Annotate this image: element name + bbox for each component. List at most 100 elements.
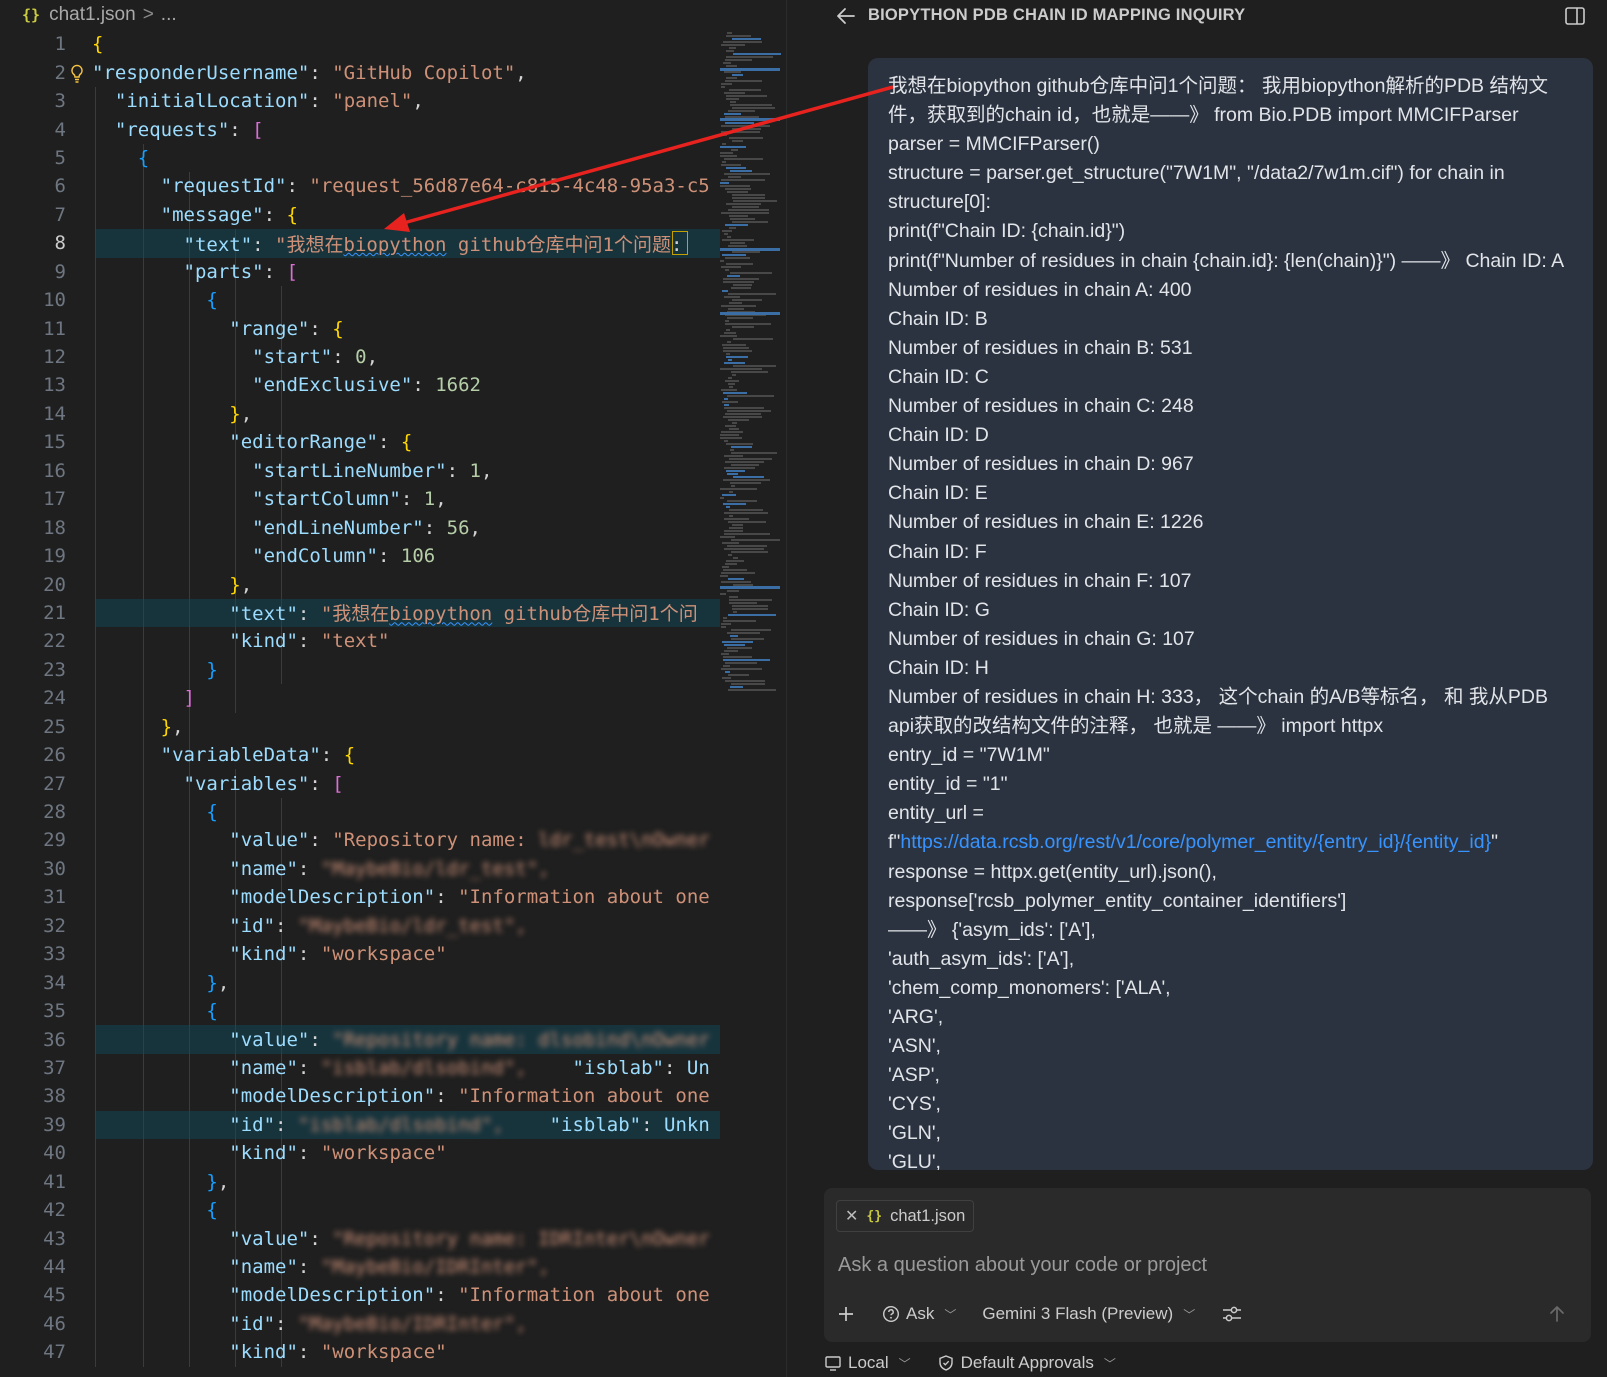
- code-token: "kind": [229, 630, 298, 653]
- code-line[interactable]: 33 "kind": "workspace": [0, 940, 720, 969]
- json-file-icon: {}: [866, 1208, 883, 1224]
- code-line[interactable]: 22 "kind": "text": [0, 627, 720, 656]
- minimap-line: [725, 188, 751, 190]
- code-line[interactable]: 39 "id": "isblab/dlsobind", "isblab": Un…: [0, 1110, 720, 1140]
- layout-sidebar-icon[interactable]: [1563, 4, 1587, 28]
- code-line[interactable]: 36 "value": "Repository name: dlsobind\n…: [0, 1025, 720, 1055]
- attachment-chip[interactable]: ✕ {} chat1.json: [836, 1200, 975, 1232]
- minimap-line: [724, 398, 728, 400]
- line-number: 38: [43, 1085, 66, 1108]
- code-line[interactable]: 27 "variables": [: [0, 769, 720, 798]
- code-line[interactable]: 14 },: [0, 399, 720, 429]
- minimap-line: [731, 371, 768, 373]
- code-line[interactable]: 9 "parts": [: [0, 257, 720, 286]
- breadcrumb[interactable]: {} chat1.json > ...: [0, 0, 786, 30]
- line-content: "endColumn": 106: [92, 545, 435, 567]
- model-picker[interactable]: Gemini 3 Flash (Preview) ﹀: [982, 1304, 1195, 1324]
- minimap-line: [730, 449, 734, 451]
- code-line[interactable]: 37 "name": "isblab/dlsobind", "isblab": …: [0, 1053, 720, 1083]
- code-line[interactable]: 46 "id": "MaybeBio/IDRInter",: [0, 1309, 720, 1339]
- code-line[interactable]: 10 {: [0, 285, 720, 315]
- indent-guide: [235, 968, 236, 997]
- code-line[interactable]: 41 },: [0, 1167, 720, 1196]
- send-button[interactable]: [1543, 1300, 1571, 1328]
- minimap-line: [724, 173, 770, 175]
- lightbulb-icon[interactable]: [70, 64, 84, 84]
- code-line[interactable]: 26 "variableData": {: [0, 740, 720, 770]
- code-token: ,: [515, 61, 527, 84]
- code-line[interactable]: 45 "modelDescription": "Information abou…: [0, 1281, 720, 1310]
- minimap-highlight: [720, 68, 780, 71]
- code-line[interactable]: 2 "responderUsername": "GitHub Copilot",: [0, 58, 720, 86]
- line-content: "startLineNumber": 1,: [92, 460, 492, 482]
- message-line: 我想在biopython github仓库中问1个问题： 我用biopython…: [888, 75, 1548, 127]
- code-line[interactable]: 5 {: [0, 143, 720, 173]
- minimap-line: [722, 239, 754, 241]
- entity-url-link[interactable]: https://data.rcsb.org/rest/v1/core/polym…: [900, 831, 1491, 853]
- user-message-bubble: 我想在biopython github仓库中问1个问题： 我用biopython…: [868, 58, 1593, 1170]
- split-divider[interactable]: [786, 0, 808, 1377]
- code-line[interactable]: 3 "initialLocation": "panel",: [0, 86, 720, 116]
- minimap-line: [721, 125, 770, 127]
- code-line[interactable]: 11 "range": {: [0, 314, 720, 343]
- line-content: "requests": [: [92, 119, 264, 141]
- code-line[interactable]: 23 }: [0, 655, 720, 685]
- code-token: "startLineNumber": [252, 459, 447, 482]
- code-line[interactable]: 24 ]: [0, 684, 720, 713]
- code-line[interactable]: 31 "modelDescription": "Information abou…: [0, 883, 720, 912]
- line-number: 8: [54, 232, 66, 255]
- code-line[interactable]: 16 "startLineNumber": 1,: [0, 456, 720, 485]
- code-line[interactable]: 32 "id": "MaybeBio/ldr_test",: [0, 911, 720, 940]
- code-line[interactable]: 17 "startColumn": 1,: [0, 485, 720, 514]
- code-line[interactable]: 4 "requests": [: [0, 115, 720, 144]
- add-context-button[interactable]: [836, 1304, 856, 1324]
- code-line[interactable]: 40 "kind": "workspace": [0, 1139, 720, 1168]
- code-line[interactable]: 35 {: [0, 996, 720, 1026]
- location-picker[interactable]: Local ﹀: [824, 1353, 911, 1373]
- code-line[interactable]: 29 "value": "Repository name: ldr_test\n…: [0, 826, 720, 855]
- message-line: print(f"Chain ID: {chain.id}"): [888, 220, 1126, 243]
- close-icon[interactable]: ✕: [845, 1206, 858, 1226]
- message-line: Chain ID: E: [888, 482, 988, 505]
- code-line[interactable]: 1{: [0, 30, 720, 58]
- minimap-line: [722, 161, 726, 163]
- code-line[interactable]: 28 {: [0, 797, 720, 827]
- code-line[interactable]: 18 "endLineNumber": 56,: [0, 513, 720, 542]
- code-line[interactable]: 13 "endExclusive": 1662: [0, 371, 720, 400]
- code-line[interactable]: 38 "modelDescription": "Information abou…: [0, 1082, 720, 1111]
- arrow-left-icon[interactable]: [834, 4, 858, 28]
- code-line[interactable]: 25 },: [0, 712, 720, 741]
- code-line[interactable]: 34 },: [0, 968, 720, 997]
- tools-button[interactable]: [1221, 1304, 1243, 1324]
- code-token: biopython: [343, 233, 447, 256]
- code-line[interactable]: 43 "value": "Repository name: IDRInter\n…: [0, 1224, 720, 1253]
- minimap[interactable]: [720, 30, 786, 1377]
- line-number: 9: [54, 260, 66, 283]
- breadcrumb-file[interactable]: chat1.json: [49, 4, 136, 26]
- code-line[interactable]: 42 {: [0, 1195, 720, 1225]
- code-line[interactable]: 30 "name": "MaybeBio/ldr_test",: [0, 854, 720, 884]
- breadcrumb-more[interactable]: ...: [161, 4, 177, 26]
- code-line[interactable]: 19 "endColumn": 106: [0, 541, 720, 571]
- code-line[interactable]: 47 "kind": "workspace": [0, 1338, 720, 1367]
- code-token: "workspace": [320, 943, 447, 966]
- code-line[interactable]: 8 "text": "我想在biopython github仓库中问1个问题:: [0, 229, 720, 258]
- minimap-line: [729, 527, 743, 529]
- line-content: {: [92, 801, 217, 823]
- code-area[interactable]: 1{2 "responderUsername": "GitHub Copilot"…: [0, 30, 720, 1377]
- minimap-line: [732, 107, 775, 109]
- code-line[interactable]: 7 "message": {: [0, 200, 720, 230]
- code-line[interactable]: 20 },: [0, 570, 720, 599]
- code-line[interactable]: 44 "name": "MaybeBio/IDRInter",: [0, 1252, 720, 1282]
- mode-picker[interactable]: Ask ﹀: [882, 1304, 956, 1324]
- code-line[interactable]: 15 "editorRange": {: [0, 428, 720, 457]
- code-line[interactable]: 21 "text": "我想在biopython github仓库中问1个问: [0, 598, 720, 628]
- chat-input[interactable]: [838, 1248, 1538, 1282]
- code-line[interactable]: 6 "requestId": "request_56d87e64-c815-4c…: [0, 172, 720, 201]
- approvals-picker[interactable]: Default Approvals ﹀: [937, 1353, 1116, 1373]
- line-content: },: [92, 972, 229, 994]
- code-line[interactable]: 12 "start": 0,: [0, 342, 720, 372]
